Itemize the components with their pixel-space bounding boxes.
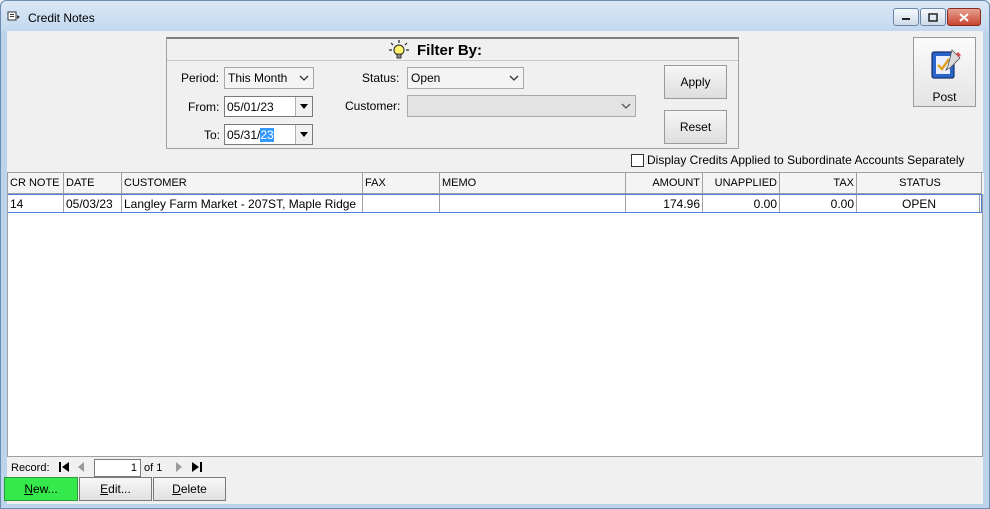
last-record-button[interactable] (190, 460, 204, 474)
last-record-icon (192, 462, 202, 472)
edit-button-mnemonic: E (100, 482, 109, 496)
previous-record-button[interactable] (74, 460, 88, 474)
subordinate-option[interactable]: Display Credits Applied to Subordinate A… (631, 153, 965, 167)
column-date[interactable]: DATE (64, 173, 122, 194)
to-date-field[interactable]: 05/31/23 (224, 124, 313, 145)
status-select[interactable]: Open (407, 67, 524, 89)
column-unapplied[interactable]: UNAPPLIED (703, 173, 780, 194)
from-label: From: (188, 100, 220, 114)
new-button-label: ew... (32, 482, 58, 496)
to-date-dropdown-button[interactable] (295, 125, 312, 144)
column-status[interactable]: STATUS (857, 173, 982, 194)
filter-title: Filter By: (417, 42, 483, 59)
status-label: Status: (362, 71, 400, 85)
to-date-value: 05/31/ (227, 128, 261, 142)
period-value: This Month (228, 71, 288, 85)
edit-button-label: dit... (108, 482, 131, 496)
maximize-button[interactable] (920, 8, 946, 26)
cell-amount: 174.96 (626, 195, 703, 212)
column-memo[interactable]: MEMO (440, 173, 626, 194)
window-title: Credit Notes (28, 11, 95, 25)
reset-button[interactable]: Reset (664, 110, 727, 144)
lightbulb-icon (389, 40, 409, 59)
from-date-dropdown-button[interactable] (295, 97, 312, 116)
current-record-field[interactable]: 1 (94, 459, 141, 477)
period-label: Period: (181, 71, 220, 85)
column-fax[interactable]: FAX (363, 173, 440, 194)
record-count-label: of 1 (144, 462, 163, 474)
new-button-mnemonic: N (24, 482, 33, 496)
column-amount[interactable]: AMOUNT (626, 173, 703, 194)
cell-date: 05/03/23 (64, 195, 122, 212)
status-value: Open (411, 71, 441, 85)
to-label: To: (204, 128, 221, 142)
record-navigator: Record: 1 of 1 (7, 458, 983, 478)
dropdown-arrow-icon (300, 104, 308, 109)
apply-button[interactable]: Apply (664, 65, 727, 99)
chevron-down-icon (621, 103, 631, 109)
customer-select[interactable] (407, 95, 636, 117)
post-label: Post (932, 90, 957, 104)
credit-notes-grid: CR NOTE DATE CUSTOMER FAX MEMO AMOUNT UN… (7, 172, 984, 457)
minimize-icon (902, 18, 910, 20)
next-record-button[interactable] (172, 460, 186, 474)
cell-tax: 0.00 (780, 195, 857, 212)
from-date-value: 05/01/23 (227, 100, 274, 114)
chevron-down-icon (509, 75, 519, 81)
maximize-icon (928, 12, 938, 22)
cell-status: OPEN (857, 195, 980, 212)
app-icon (7, 11, 20, 21)
client-area: Filter By: Period: This Month From: 05/0… (4, 31, 984, 504)
to-date-selection: 23 (260, 128, 274, 142)
grid-header: CR NOTE DATE CUSTOMER FAX MEMO AMOUNT UN… (8, 173, 984, 194)
cell-customer: Langley Farm Market - 207ST, Maple Ridge (122, 195, 363, 212)
delete-button-label: elete (180, 482, 207, 496)
column-customer[interactable]: CUSTOMER (122, 173, 363, 194)
chevron-down-icon (299, 75, 309, 81)
customer-label: Customer: (345, 99, 401, 113)
filter-header: Filter By: (167, 39, 738, 61)
from-date-field[interactable]: 05/01/23 (224, 96, 313, 117)
table-row[interactable]: 14 05/03/23 Langley Farm Market - 207ST,… (8, 194, 982, 213)
cell-memo (440, 195, 626, 212)
subordinate-label: Display Credits Applied to Subordinate A… (647, 153, 965, 167)
first-record-button[interactable] (57, 460, 71, 474)
close-button[interactable] (947, 8, 981, 26)
column-cr-note[interactable]: CR NOTE (8, 173, 64, 194)
post-button[interactable]: Post (913, 37, 976, 107)
minimize-button[interactable] (893, 8, 919, 26)
cell-cr-note: 14 (8, 195, 64, 212)
delete-button[interactable]: Delete (153, 477, 226, 501)
delete-button-mnemonic: D (172, 482, 181, 496)
new-button[interactable]: New... (4, 477, 78, 501)
title-bar[interactable]: Credit Notes (1, 1, 989, 31)
cell-unapplied: 0.00 (703, 195, 780, 212)
credit-notes-window: Credit Notes Filter By: Period: This Mon… (0, 0, 990, 509)
column-tax[interactable]: TAX (780, 173, 857, 194)
first-record-icon (59, 462, 69, 472)
post-clipboard-icon (931, 49, 961, 79)
next-record-icon (176, 462, 182, 472)
edit-button[interactable]: Edit... (79, 477, 152, 501)
record-label: Record: (11, 462, 50, 474)
previous-record-icon (78, 462, 84, 472)
dropdown-arrow-icon (300, 132, 308, 137)
close-icon (959, 12, 969, 22)
subordinate-checkbox[interactable] (631, 153, 644, 167)
cell-fax (363, 195, 440, 212)
period-select[interactable]: This Month (224, 67, 314, 89)
filter-panel: Filter By: Period: This Month From: 05/0… (166, 37, 739, 149)
